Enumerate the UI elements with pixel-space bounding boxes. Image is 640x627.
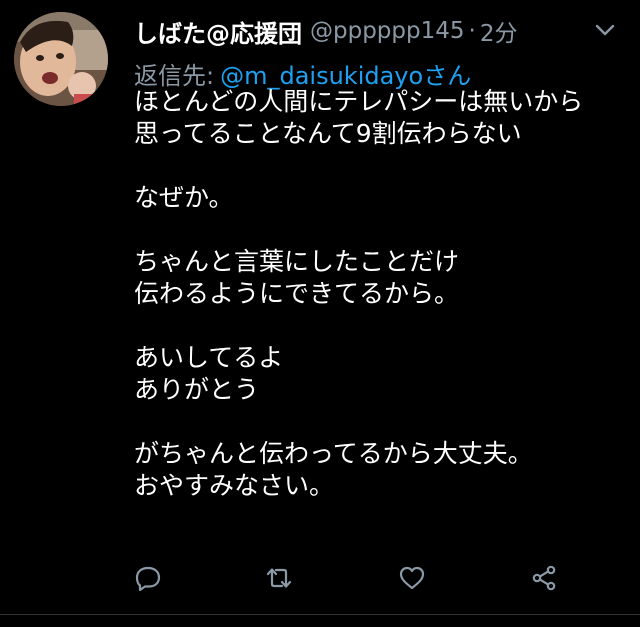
action-bar [0, 560, 640, 596]
tweet[interactable]: しばた@応援団 @pppppp145 · 2分 返信先: @m_daisukida… [0, 0, 640, 627]
tweet-line: がちゃんと伝わってるから大丈夫。 [134, 439, 533, 468]
tweet-line: あいしてるよ [134, 343, 284, 372]
retweet-icon[interactable] [265, 564, 293, 592]
tweet-header: しばた@応援団 @pppppp145 · 2分 [134, 14, 517, 48]
avatar[interactable] [14, 12, 108, 106]
divider [0, 614, 640, 615]
chevron-down-icon[interactable] [594, 22, 616, 38]
timestamp[interactable]: 2分 [480, 14, 518, 48]
tweet-line: なぜか。 [134, 183, 234, 212]
user-handle[interactable]: @pppppp145 [310, 18, 465, 44]
tweet-line: 思ってることなんて9割伝わらない [134, 119, 522, 148]
tweet-line: ありがとう [134, 375, 260, 404]
heart-icon[interactable] [398, 564, 426, 592]
display-name[interactable]: しばた@応援団 [134, 14, 302, 49]
tweet-line: ちゃんと言葉にしたことだけ [134, 247, 460, 276]
reply-icon[interactable] [134, 564, 162, 592]
avatar-photo [14, 12, 108, 106]
tweet-line: ほとんどの人間にテレパシーは無いから [134, 87, 584, 116]
share-icon[interactable] [530, 564, 558, 592]
tweet-line: おやすみなさい。 [134, 471, 335, 500]
tweet-line: 伝わるようにできてるから。 [134, 279, 460, 308]
separator-dot: · [468, 18, 476, 44]
tweet-text: ほとんどの人間にテレパシーは無いから 思ってることなんて9割伝わらない なぜか。… [134, 86, 624, 502]
